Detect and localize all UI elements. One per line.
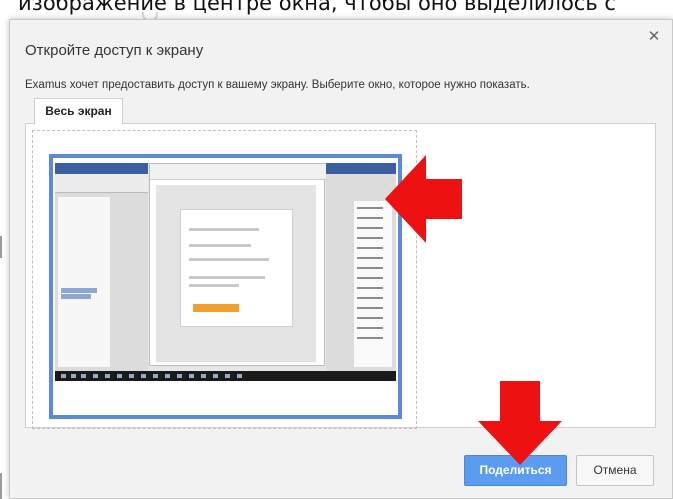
- background-edge: [0, 236, 2, 258]
- screen-preview: [55, 163, 396, 381]
- tab-entire-screen[interactable]: Весь экран: [34, 98, 123, 124]
- dialog-description: Examus хочет предоставить доступ к вашем…: [25, 79, 530, 91]
- close-icon[interactable]: ✕: [647, 29, 661, 44]
- share-screen-dialog: Откройте доступ к экрану ✕ Examus хочет …: [9, 19, 673, 499]
- cancel-button[interactable]: Отмена: [576, 455, 654, 486]
- red-down-arrow-icon: [478, 381, 562, 465]
- red-left-arrow-icon: [385, 155, 462, 243]
- preview-app-window: [55, 163, 148, 371]
- background-edge: [0, 473, 2, 499]
- screen-thumbnail[interactable]: [49, 154, 402, 419]
- preview-browser-window: [149, 163, 326, 366]
- screen-thumbnail-frame[interactable]: [32, 130, 417, 429]
- background-caption: изображение в центре окна, чтобы оно выд…: [18, 0, 616, 15]
- preview-taskbar: [55, 371, 396, 381]
- dialog-title: Откройте доступ к экрану: [25, 42, 204, 59]
